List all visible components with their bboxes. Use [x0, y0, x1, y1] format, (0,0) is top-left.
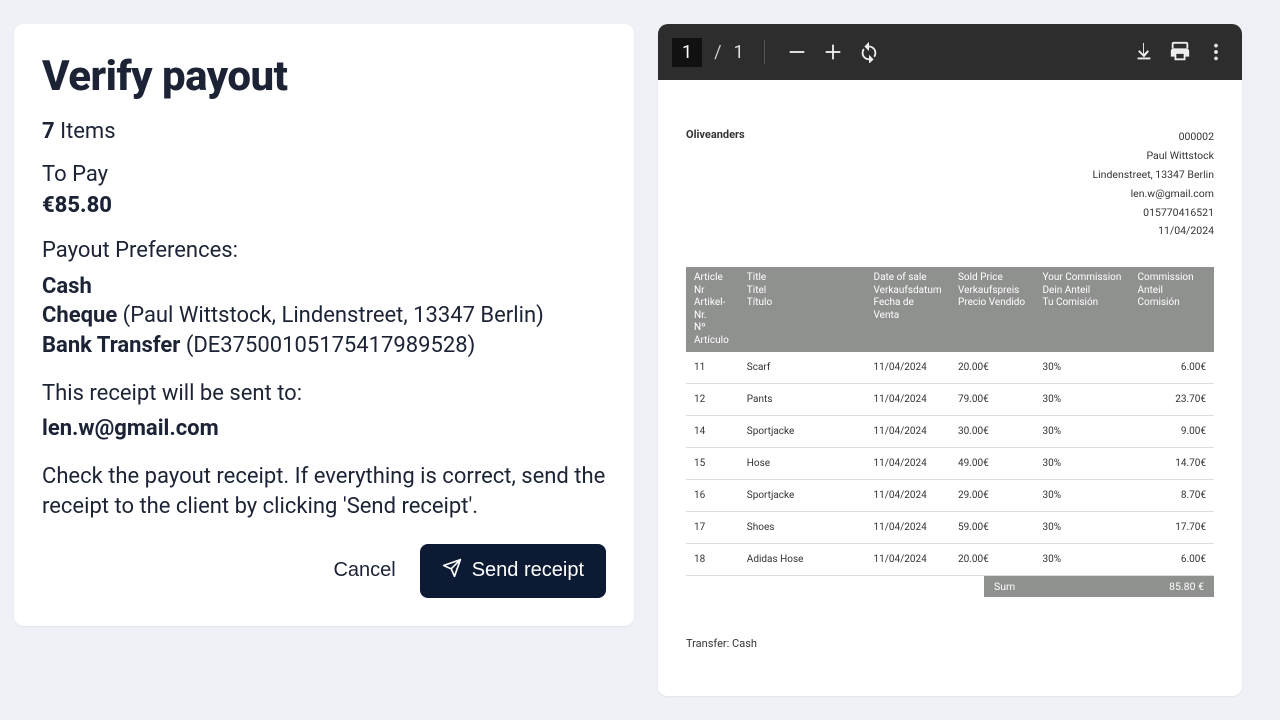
sum-label: Sum [994, 580, 1015, 593]
pdf-page-input[interactable]: 1 [672, 38, 702, 67]
pref-cheque-label: Cheque [42, 303, 117, 328]
pdf-table-body: 11Scarf11/04/202420.00€30%6.00€12Pants11… [686, 352, 1214, 576]
sent-to-email: len.w@gmail.com [42, 414, 606, 444]
pdf-preview-panel: 1 / 1 Oliveanders 000002 Paul Wittstock [658, 24, 1242, 696]
pdf-meta: 000002 Paul Wittstock Lindenstreet, 1334… [1092, 128, 1214, 241]
transfer-line: Transfer: Cash [686, 637, 1214, 650]
items-count: 7 [42, 119, 55, 144]
zoom-in-icon[interactable] [821, 40, 845, 64]
table-row: 16Sportjacke11/04/202429.00€30%8.70€ [686, 480, 1214, 512]
print-icon[interactable] [1168, 40, 1192, 64]
more-icon[interactable] [1204, 40, 1228, 64]
send-receipt-label: Send receipt [472, 559, 584, 582]
pref-cheque-detail: (Paul Wittstock, Lindenstreet, 13347 Ber… [117, 303, 544, 328]
table-row: 11Scarf11/04/202420.00€30%6.00€ [686, 352, 1214, 384]
instruction-text: Check the payout receipt. If everything … [42, 462, 606, 521]
actions-row: Cancel Send receipt [42, 544, 606, 598]
download-icon[interactable] [1132, 40, 1156, 64]
pref-cash: Cash [42, 274, 92, 299]
pdf-page-slash: / [714, 42, 721, 63]
cancel-button[interactable]: Cancel [333, 559, 395, 582]
table-row: 17Shoes11/04/202459.00€30%17.70€ [686, 512, 1214, 544]
verify-payout-panel: Verify payout 7 Items To Pay €85.80 Payo… [14, 24, 634, 626]
payout-preferences: Payout Preferences: Cash Cheque (Paul Wi… [42, 236, 606, 361]
to-pay-amount: €85.80 [42, 193, 606, 218]
to-pay-label: To Pay [42, 162, 606, 187]
th-title: TitleTitelTítulo [739, 267, 866, 352]
items-word: Items [55, 119, 116, 144]
pdf-table: Article NrArtikel-Nr.Nº Artículo TitleTi… [686, 267, 1214, 576]
page-title: Verify payout [42, 52, 606, 101]
pdf-name: Paul Wittstock [1092, 147, 1214, 166]
zoom-out-icon[interactable] [785, 40, 809, 64]
th-date: Date of saleVerkaufsdatumFecha de Venta [866, 267, 950, 352]
pdf-date: 11/04/2024 [1092, 222, 1214, 241]
pref-bank-detail: (DE3750010517541798952­8) [180, 333, 475, 358]
table-row: 14Sportjacke11/04/202430.00€30%9.00€ [686, 416, 1214, 448]
th-comm: CommissionAnteilComisión [1129, 267, 1214, 352]
sum-row: Sum 85.80 € [686, 576, 1214, 597]
sent-to-block: This receipt will be sent to: len.w@gmai… [42, 379, 606, 444]
pdf-brand: Oliveanders [686, 128, 745, 141]
pref-bank-label: Bank Transfer [42, 333, 180, 358]
sent-to-label: This receipt will be sent to: [42, 379, 606, 409]
pdf-address: Lindenstreet, 13347 Berlin [1092, 166, 1214, 185]
paper-plane-icon [442, 558, 462, 584]
rotate-icon[interactable] [857, 40, 881, 64]
sum-value: 85.80 € [1169, 580, 1204, 593]
pdf-toolbar: 1 / 1 [658, 24, 1242, 80]
pdf-page-total: 1 [734, 42, 744, 63]
th-article: Article NrArtikel-Nr.Nº Artículo [686, 267, 739, 352]
table-row: 15Hose11/04/202449.00€30%14.70€ [686, 448, 1214, 480]
pdf-body: Oliveanders 000002 Paul Wittstock Linden… [658, 80, 1242, 696]
items-line: 7 Items [42, 119, 606, 144]
prefs-label: Payout Preferences: [42, 236, 606, 266]
send-receipt-button[interactable]: Send receipt [420, 544, 606, 598]
pdf-phone: 015770416521 [1092, 204, 1214, 223]
table-row: 12Pants11/04/202479.00€30%23.70€ [686, 384, 1214, 416]
th-yourcomm: Your CommissionDein AnteilTu Comisión [1034, 267, 1129, 352]
table-row: 18Adidas Hose11/04/202420.00€30%6.00€ [686, 544, 1214, 576]
th-price: Sold PriceVerkaufspreisPrecio Vendido [950, 267, 1034, 352]
toolbar-divider [764, 40, 765, 64]
pdf-email: len.w@gmail.com [1092, 185, 1214, 204]
pdf-header: Oliveanders 000002 Paul Wittstock Linden… [686, 128, 1214, 241]
pdf-docno: 000002 [1092, 128, 1214, 147]
